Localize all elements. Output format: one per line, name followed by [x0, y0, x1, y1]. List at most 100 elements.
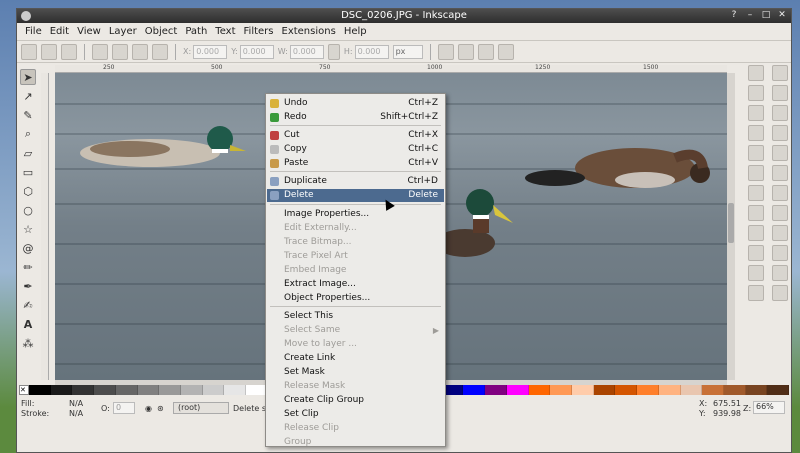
menu-file[interactable]: File — [21, 26, 46, 37]
zoom-tool-icon[interactable]: ⌕ — [20, 126, 36, 142]
help-icon[interactable]: ? — [729, 10, 739, 21]
ellipse-tool-icon[interactable]: ○ — [20, 202, 36, 218]
color-swatch[interactable] — [550, 385, 572, 395]
spiral-tool-icon[interactable]: @ — [20, 240, 36, 256]
zoom-selection-icon[interactable] — [748, 285, 764, 301]
context-menu-item-set-clip[interactable]: Set Clip — [267, 408, 444, 421]
color-swatch[interactable] — [181, 385, 203, 395]
context-menu-item-undo[interactable]: Undo Ctrl+Z — [267, 97, 444, 110]
snap-intersection-icon[interactable] — [772, 185, 788, 201]
tweak-tool-icon[interactable]: ✎ — [20, 107, 36, 123]
x-field[interactable]: 0.000 — [193, 44, 228, 59]
rotate-cw-button[interactable] — [41, 43, 57, 60]
color-swatch[interactable] — [767, 385, 790, 395]
calligraphy-tool-icon[interactable]: ✍ — [20, 297, 36, 313]
measure-tool-icon[interactable]: ▱ — [20, 145, 36, 161]
color-swatch[interactable] — [29, 385, 51, 395]
lower-button[interactable] — [132, 43, 148, 60]
color-swatch[interactable] — [724, 385, 746, 395]
rotate-ccw-button[interactable] — [21, 43, 37, 60]
open-document-icon[interactable] — [748, 85, 764, 101]
zoom-field[interactable]: 66% — [753, 401, 785, 414]
snap-midpoint-icon[interactable] — [772, 225, 788, 241]
menu-text[interactable]: Text — [211, 26, 239, 37]
rect-tool-icon[interactable]: ▭ — [20, 164, 36, 180]
close-icon[interactable]: ✕ — [777, 10, 787, 21]
color-swatch[interactable] — [463, 385, 486, 395]
new-document-icon[interactable] — [748, 65, 764, 81]
vertical-scroll-thumb[interactable] — [728, 203, 734, 243]
context-menu-item-delete[interactable]: Delete Delete — [267, 189, 444, 202]
snap-bbox-icon[interactable] — [772, 85, 788, 101]
3dbox-tool-icon[interactable]: ⬡ — [20, 183, 36, 199]
undo-icon[interactable] — [748, 185, 764, 201]
pencil-tool-icon[interactable]: ✏ — [20, 259, 36, 275]
selector-tool-icon[interactable]: ➤ — [20, 69, 36, 85]
color-swatch[interactable] — [658, 385, 681, 395]
lock-layer-icon[interactable]: ◉ — [145, 404, 152, 413]
context-menu-item-paste[interactable]: Paste Ctrl+V — [267, 157, 444, 170]
snap-rotation-icon[interactable] — [772, 265, 788, 281]
save-document-icon[interactable] — [748, 105, 764, 121]
text-tool-icon[interactable]: A — [20, 316, 36, 332]
lock-icon[interactable] — [327, 43, 340, 60]
color-swatch[interactable] — [115, 385, 138, 395]
menu-layer[interactable]: Layer — [105, 26, 141, 37]
color-swatch[interactable] — [506, 385, 529, 395]
context-menu-item-cut[interactable]: Cut Ctrl+X — [267, 129, 444, 142]
color-swatch[interactable] — [224, 385, 247, 395]
transform-gradients-button[interactable] — [477, 43, 494, 60]
context-menu-item-create-link[interactable]: Create Link — [267, 352, 444, 365]
snap-center-icon[interactable] — [772, 245, 788, 261]
menu-edit[interactable]: Edit — [46, 26, 73, 37]
context-menu-item-duplicate[interactable]: Duplicate Ctrl+D — [267, 175, 444, 188]
color-swatch[interactable] — [159, 385, 182, 395]
spray-tool-icon[interactable]: ⁂ — [20, 335, 36, 351]
context-menu-item-copy[interactable]: Copy Ctrl+C — [267, 143, 444, 156]
menu-filters[interactable]: Filters — [240, 26, 278, 37]
menu-view[interactable]: View — [73, 26, 105, 37]
no-paint-swatch[interactable]: ✕ — [19, 385, 29, 395]
color-swatch[interactable] — [593, 385, 616, 395]
context-menu-item-object-properties[interactable]: Object Properties... — [267, 292, 444, 305]
color-swatch[interactable] — [637, 385, 659, 395]
color-swatch[interactable] — [745, 385, 768, 395]
unit-select[interactable]: px — [392, 44, 423, 59]
color-swatch[interactable] — [485, 385, 507, 395]
import-icon[interactable] — [748, 145, 764, 161]
menu-extensions[interactable]: Extensions — [278, 26, 340, 37]
app-icon[interactable] — [21, 11, 31, 21]
pen-tool-icon[interactable]: ✒ — [20, 278, 36, 294]
color-swatch[interactable] — [72, 385, 95, 395]
color-swatch[interactable] — [702, 385, 724, 395]
copy-icon[interactable] — [748, 225, 764, 241]
color-swatch[interactable] — [50, 385, 73, 395]
paste-icon[interactable] — [748, 265, 764, 281]
color-swatch[interactable] — [571, 385, 594, 395]
context-menu-item-redo[interactable]: Redo Shift+Ctrl+Z — [267, 111, 444, 124]
star-tool-icon[interactable]: ☆ — [20, 221, 36, 237]
raise-to-top-button[interactable] — [92, 43, 108, 60]
layer-visibility-icon[interactable]: ⊛ — [157, 404, 164, 413]
lower-to-bottom-button[interactable] — [152, 43, 168, 60]
print-icon[interactable] — [748, 125, 764, 141]
vertical-scrollbar[interactable] — [727, 73, 735, 380]
opacity-field[interactable]: 0 — [113, 402, 135, 414]
y-field[interactable]: 0.000 — [239, 44, 274, 59]
node-tool-icon[interactable]: ↗ — [20, 88, 36, 104]
context-menu-item-extract-image[interactable]: Extract Image... — [267, 278, 444, 291]
scale-corners-button[interactable] — [457, 43, 474, 60]
color-swatch[interactable] — [137, 385, 160, 395]
scale-stroke-button[interactable] — [437, 43, 454, 60]
layer-select[interactable]: (root) — [173, 402, 229, 414]
h-field[interactable]: 0.000 — [354, 44, 389, 59]
minimize-icon[interactable]: – — [745, 10, 755, 21]
snap-nodes-icon[interactable] — [772, 145, 788, 161]
snap-page-icon[interactable] — [772, 285, 788, 301]
context-menu-item-create-clip-group[interactable]: Create Clip Group — [267, 394, 444, 407]
snap-bbox-edge-icon[interactable] — [772, 105, 788, 121]
export-icon[interactable] — [748, 165, 764, 181]
menu-path[interactable]: Path — [181, 26, 211, 37]
cut-icon[interactable] — [748, 245, 764, 261]
flip-horizontal-button[interactable] — [61, 43, 77, 60]
